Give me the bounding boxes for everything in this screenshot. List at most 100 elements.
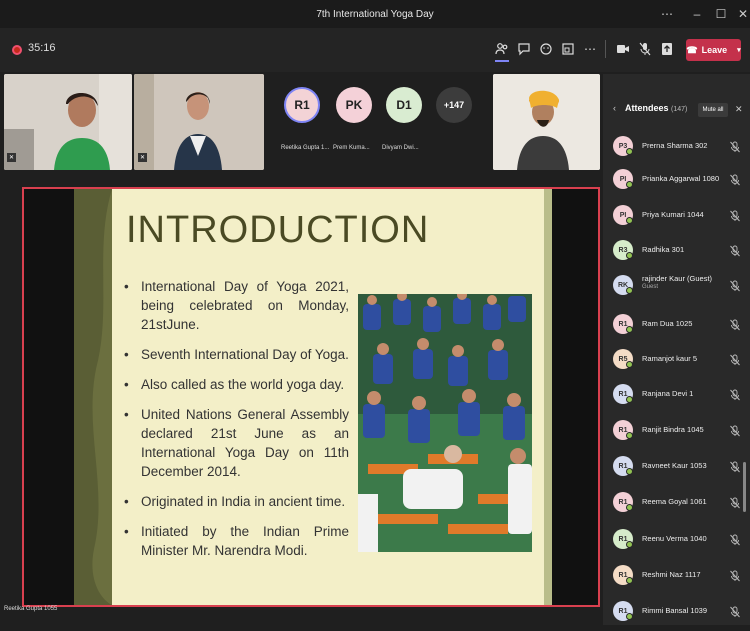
meeting-timer: 35:16 [28,42,56,54]
mic-muted-icon [729,279,741,292]
reactions-icon[interactable] [537,40,555,58]
slide-left-band [74,189,112,605]
leave-label: Leave [701,45,728,55]
share-icon[interactable] [658,40,676,58]
more-icon[interactable]: ⋯ [652,0,682,28]
attendee-name: Reshmi Naz 1117 [642,570,701,579]
presence-dot [626,287,633,294]
chevron-down-icon: ▾ [737,47,741,54]
presence-dot [626,541,633,548]
mic-muted-icon [729,460,741,473]
attendee-name: Ranjit Bindra 1045 [642,425,704,434]
overflow-participants-button[interactable]: +147 [436,87,472,123]
video-tile-3[interactable] [493,74,600,170]
presence-dot [626,613,633,620]
slide-bullet: Also called as the world yoga day. [124,375,349,394]
mic-muted-icon[interactable] [636,40,654,58]
presence-dot [626,468,633,475]
attendee-name: rajinder Kaur (Guest) [642,274,713,283]
attendee-row[interactable]: R1 Ravneet Kaur 1053 [613,452,743,486]
chat-icon[interactable] [515,40,533,58]
camera-icon[interactable] [614,40,632,58]
presence-dot [626,577,633,584]
attendee-row[interactable]: R1 Rimmi Bansal 1039 [613,597,743,631]
attendee-row[interactable]: R1 Reshmi Naz 1117 [613,561,743,595]
attendee-row[interactable]: PI Prianka Aggarwal 1080 [613,165,743,199]
participant-name: Reetika Gupta 1... [281,145,330,151]
attendee-name: Priya Kumari 1044 [642,210,704,219]
attendee-row[interactable]: R1 Ranjit Bindra 1045 [613,416,743,450]
participant-avatar[interactable]: PK [336,87,372,123]
presence-dot [626,148,633,155]
mic-muted-icon [729,244,741,257]
attendee-name: Reenu Verma 1040 [642,534,707,543]
window-title: 7th International Yoga Day [316,8,434,20]
yoga-photo [358,294,532,552]
attendee-row[interactable]: RK rajinder Kaur (Guest) Guest [613,271,743,305]
attendee-role: Guest [642,284,659,290]
participant-name: Prem Kuma... [333,145,370,151]
attendee-name: Radhika 301 [642,245,685,254]
attendee-row[interactable]: PI Priya Kumari 1044 [613,201,743,235]
presence-dot [626,432,633,439]
toolbar-divider [605,40,606,58]
participant-name: Divyam Dwi... [382,145,419,151]
video-tile-1[interactable]: ✕ [4,74,132,170]
slide-bullet: United Nations General Assembly declared… [124,405,349,481]
attendee-row[interactable]: R1 Reema Goyal 1061 [613,488,743,522]
attendee-name: Prianka Aggarwal 1080 [642,174,720,183]
mute-all-button[interactable]: Mute all [698,103,728,117]
participant-avatar[interactable]: D1 [386,87,422,123]
attendee-name: Rimmi Bansal 1039 [642,606,708,615]
attendee-name: Prerna Sharma 302 [642,141,708,150]
slide-bullet: Seventh International Day of Yoga. [124,345,349,364]
mic-muted-icon [729,533,741,546]
close-icon[interactable]: ✕ [728,0,750,28]
mic-muted-icon [729,318,741,331]
attendee-name: Ranjana Devi 1 [642,389,694,398]
shared-screen: INTRODUCTION International Day of Yoga 2… [22,187,600,607]
attendee-row[interactable]: R5 Ramanjot kaur 5 [613,345,743,379]
more-actions-icon[interactable]: ⋯ [581,40,599,58]
presenter-label: Reetika Gupta 1055 [4,606,58,612]
leave-button[interactable]: ☎ Leave ▾ [686,39,741,61]
attendee-name: Ravneet Kaur 1053 [642,461,707,470]
attendees-count: (147) [671,106,688,113]
close-panel-icon[interactable]: ✕ [735,104,743,115]
attendee-row[interactable]: P3 Prerna Sharma 302 [613,132,743,166]
phone-hangup-icon: ☎ [686,44,698,55]
attendee-row[interactable]: R1 Ranjana Devi 1 [613,380,743,414]
presence-dot [626,361,633,368]
presence-dot [626,326,633,333]
attendee-name: Reema Goyal 1061 [642,497,707,506]
attendee-row[interactable]: R3 Radhika 301 [613,236,743,270]
mic-muted-icon [729,605,741,618]
attendees-panel: ‹ Attendees (147) Mute all ✕ P3 Prerna Sh… [603,74,750,625]
participant-avatar[interactable]: R1 [284,87,320,123]
scrollbar[interactable] [743,462,746,512]
recording-icon [12,45,22,55]
attendee-name: Ram Dua 1025 [642,319,693,328]
mic-muted-icon [729,353,741,366]
slide-bullet: International Day of Yoga 2021, being ce… [124,277,349,334]
mic-muted-icon [729,569,741,582]
presentation-slide: INTRODUCTION International Day of Yoga 2… [74,189,552,605]
mic-muted-icon: ✕ [138,153,147,162]
attendee-row[interactable]: R1 Reenu Verma 1040 [613,525,743,559]
slide-bullet: Initiated by the Indian Prime Minister M… [124,522,349,560]
mic-muted-icon [729,140,741,153]
presence-dot [626,396,633,403]
slide-bullet: Originated in India in ancient time. [124,492,349,511]
people-icon[interactable] [493,40,511,58]
rooms-icon[interactable] [559,40,577,58]
attendee-row[interactable]: R1 Ram Dua 1025 [613,310,743,344]
attendee-name: Ramanjot kaur 5 [642,354,698,363]
people-active-indicator [495,60,509,62]
attendees-title: Attendees [625,103,669,113]
back-arrow-icon[interactable]: ‹ [613,103,616,113]
panel-title: Attendees (147) [625,103,687,113]
presence-dot [626,504,633,511]
video-tile-2[interactable]: ✕ [134,74,264,170]
mic-muted-icon [729,209,741,222]
mic-muted-icon [729,388,741,401]
